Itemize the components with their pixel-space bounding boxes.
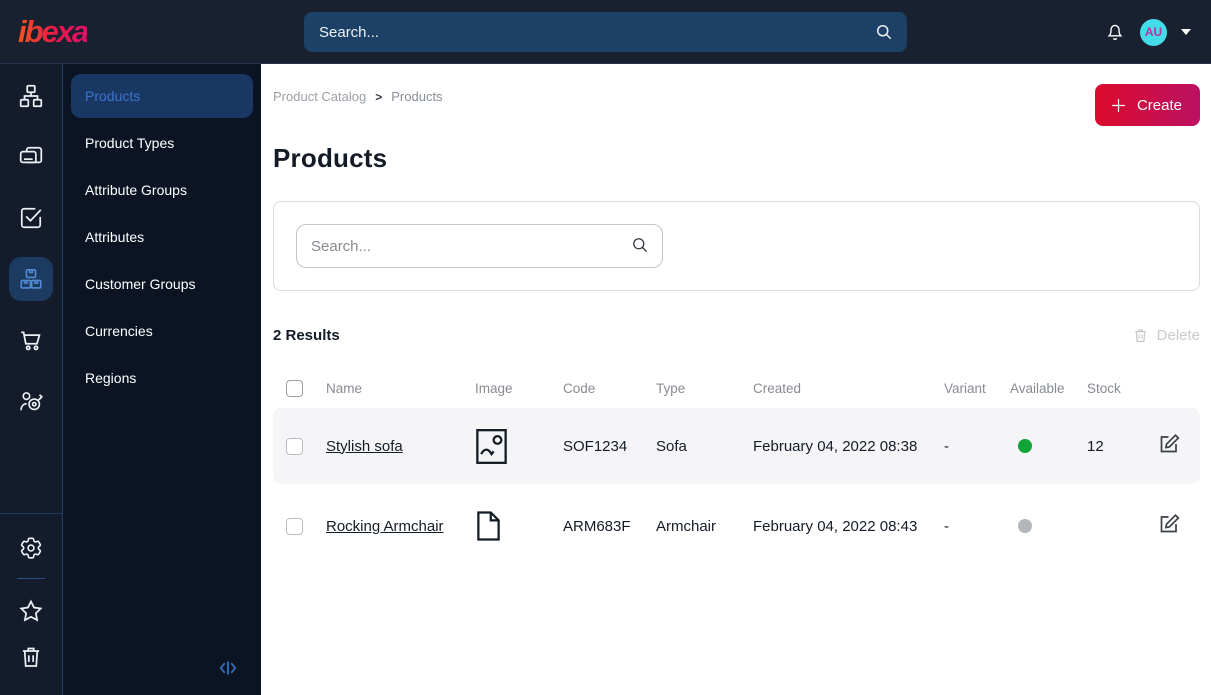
- filter-card: [273, 201, 1200, 291]
- column-header-image: Image: [475, 380, 513, 396]
- rail-item-trash[interactable]: [9, 637, 53, 677]
- rail-item-tasks[interactable]: [9, 196, 53, 240]
- availability-dot-green: [1018, 439, 1032, 453]
- breadcrumb-product-catalog[interactable]: Product Catalog: [273, 89, 366, 104]
- edit-icon[interactable]: [1157, 432, 1181, 456]
- sidebar-item-regions[interactable]: Regions: [71, 356, 253, 400]
- column-header-type: Type: [656, 380, 686, 396]
- sidebar-item-attribute-groups[interactable]: Attribute Groups: [71, 168, 253, 212]
- products-table: Name Image Code Type Created Variant Ava…: [273, 368, 1200, 564]
- breadcrumb-separator: >: [375, 89, 383, 104]
- global-search-input[interactable]: [304, 12, 907, 52]
- user-menu-caret-icon[interactable]: [1181, 29, 1191, 35]
- rail-item-customers[interactable]: [9, 379, 53, 423]
- content-tree-icon: [19, 84, 43, 108]
- product-name-link[interactable]: Stylish sofa: [326, 438, 475, 455]
- sidebar-item-products[interactable]: Products: [71, 74, 253, 118]
- results-toolbar: 2 Results Delete: [273, 327, 1200, 344]
- product-code: ARM683F: [563, 517, 631, 535]
- create-button-label: Create: [1136, 96, 1182, 114]
- rail-item-commerce[interactable]: [9, 318, 53, 362]
- tasks-icon: [20, 207, 42, 229]
- rail-item-pages[interactable]: [9, 135, 53, 179]
- column-header-available: Available: [1010, 380, 1065, 396]
- gear-icon: [20, 537, 42, 559]
- product-catalog-boxes-icon: [20, 268, 42, 289]
- select-all-checkbox[interactable]: [286, 379, 303, 397]
- product-type: Armchair: [656, 517, 717, 535]
- breadcrumb: Product Catalog > Products: [273, 89, 443, 104]
- plus-icon: [1112, 98, 1125, 112]
- customer-target-icon: [20, 392, 43, 411]
- search-icon[interactable]: [874, 22, 894, 42]
- top-bar: ibexa AU: [0, 0, 1211, 64]
- product-created: February 04, 2022 08:38: [753, 437, 918, 455]
- column-header-code: Code: [563, 380, 596, 396]
- breadcrumb-products[interactable]: Products: [391, 89, 442, 104]
- product-name-link[interactable]: Rocking Armchair: [326, 518, 475, 535]
- product-type: Sofa: [656, 437, 687, 455]
- product-created: February 04, 2022 08:43: [753, 517, 918, 535]
- notifications-bell-icon[interactable]: [1104, 21, 1126, 43]
- global-search: [304, 12, 907, 52]
- star-icon: [19, 599, 43, 622]
- column-header-name: Name: [326, 380, 363, 396]
- delete-button[interactable]: Delete: [1132, 327, 1200, 344]
- pages-icon: [19, 146, 43, 164]
- create-button[interactable]: Create: [1094, 84, 1200, 126]
- column-header-created: Created: [753, 380, 802, 396]
- product-search: [296, 224, 663, 268]
- row-checkbox[interactable]: [286, 517, 303, 535]
- column-header-variant: Variant: [944, 380, 986, 396]
- delete-button-label: Delete: [1156, 327, 1200, 344]
- rail-footer: [0, 513, 62, 695]
- shopping-cart-icon: [21, 331, 41, 351]
- sidebar-item-product-types[interactable]: Product Types: [71, 121, 253, 165]
- sidebar-item-currencies[interactable]: Currencies: [71, 309, 253, 353]
- search-icon[interactable]: [630, 235, 650, 255]
- product-variant: -: [944, 437, 949, 455]
- rail-divider: [17, 578, 45, 579]
- rail-item-settings[interactable]: [9, 528, 53, 568]
- page-header-row: Product Catalog > Products Create: [273, 84, 1200, 126]
- icon-rail: [0, 64, 63, 695]
- file-icon: [477, 511, 500, 541]
- rail-item-content-tree[interactable]: [9, 74, 53, 118]
- image-icon: [476, 428, 507, 464]
- rail-item-product-catalog[interactable]: [9, 257, 53, 301]
- trash-icon: [22, 647, 40, 667]
- trash-icon: [1134, 329, 1146, 343]
- table-header-row: Name Image Code Type Created Variant Ava…: [273, 368, 1200, 408]
- sidebar-collapse-icon[interactable]: [217, 657, 239, 679]
- main-content: Product Catalog > Products Create Produc…: [261, 64, 1211, 695]
- app-window: ibexa AU: [0, 0, 1211, 695]
- product-stock: 12: [1087, 437, 1104, 455]
- availability-dot-gray: [1018, 519, 1032, 533]
- sidebar-item-customer-groups[interactable]: Customer Groups: [71, 262, 253, 306]
- user-avatar[interactable]: AU: [1140, 18, 1167, 46]
- topbar-actions: AU: [1104, 0, 1191, 64]
- results-count: 2 Results: [273, 327, 340, 344]
- column-header-stock: Stock: [1087, 380, 1121, 396]
- rail-item-bookmarks[interactable]: [9, 591, 53, 631]
- product-search-input[interactable]: [296, 224, 663, 268]
- sidebar-item-attributes[interactable]: Attributes: [71, 215, 253, 259]
- table-row[interactable]: Stylish sofa SOF1234 Sofa February 04, 2…: [273, 408, 1200, 484]
- product-code: SOF1234: [563, 437, 628, 455]
- table-row[interactable]: Rocking Armchair ARM683F Armchair Februa…: [273, 488, 1200, 564]
- row-checkbox[interactable]: [286, 437, 303, 455]
- ibexa-logo[interactable]: ibexa: [18, 16, 89, 47]
- edit-icon[interactable]: [1157, 512, 1181, 536]
- product-variant: -: [944, 517, 949, 535]
- page-title: Products: [273, 143, 388, 173]
- section-sidebar: Products Product Types Attribute Groups …: [63, 64, 261, 695]
